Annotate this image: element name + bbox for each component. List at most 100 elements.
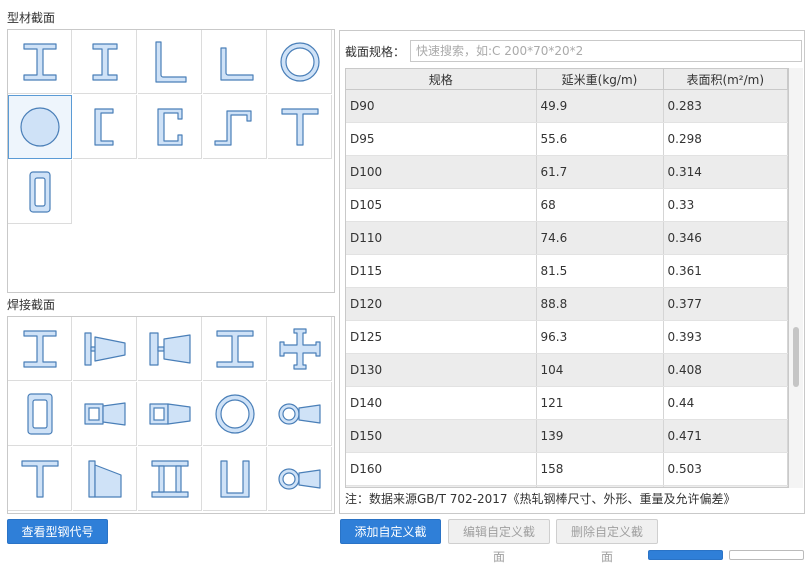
cell-weight: 121 [536,386,664,420]
cell-spec: D130 [346,353,537,387]
shape-cell[interactable] [138,30,202,94]
welded-box-tapered-2-icon [148,402,191,425]
shape-cell[interactable] [73,30,137,94]
shape-cell[interactable] [138,317,202,381]
cell-weight: 104 [536,353,664,387]
shape-cell[interactable] [138,382,202,446]
cell-area: 0.283 [663,89,788,123]
shape-cell[interactable] [73,382,137,446]
shape-cell[interactable] [268,382,332,446]
table-row[interactable]: D160 158 0.503 [346,452,788,486]
table-row[interactable]: D115 81.5 0.361 [346,254,788,288]
welded-u-icon [219,459,250,498]
cell-weight: 139 [536,419,664,453]
shape-cell[interactable] [268,95,332,159]
shape-cell[interactable] [268,447,332,511]
table-row[interactable]: D150 139 0.471 [346,419,788,453]
shape-cell[interactable] [8,30,72,94]
cell-weight: 81.5 [536,254,664,288]
cell-spec: D170 [346,485,537,487]
shape-cell[interactable] [203,95,267,159]
cell-spec: D140 [346,386,537,420]
table-row[interactable]: D130 104 0.408 [346,353,788,387]
shape-cell[interactable] [8,160,72,224]
table-row[interactable]: D105 68 0.33 [346,188,788,222]
cell-spec: D110 [346,221,537,255]
table-row[interactable]: D1701780.534 [346,485,788,487]
table-row[interactable]: D140 121 0.44 [346,386,788,420]
cell-area: 0.503 [663,452,788,486]
shape-cell[interactable] [8,382,72,446]
cell-weight: 158 [536,452,664,486]
table-scrollbar[interactable] [789,68,803,488]
cell-weight: 55.6 [536,122,664,156]
shape-cell[interactable] [268,30,332,94]
shape-cell[interactable] [8,95,72,159]
cell-spec: D160 [346,452,537,486]
shape-cell[interactable] [8,317,72,381]
column-header-area[interactable]: 表面积(m²/m) [663,69,788,90]
welded-double-i-icon [150,459,189,498]
column-header-spec[interactable]: 规格 [346,69,537,90]
cell-spec: D120 [346,287,537,321]
search-input[interactable] [410,40,802,62]
ok-button[interactable] [648,550,723,560]
cell-area: 0.44 [663,386,788,420]
scrollbar-thumb[interactable] [793,327,799,387]
shape-cell[interactable] [203,447,267,511]
spec-table: 规格 延米重(kg/m) 表面积(m²/m) D90 49.9 0.283 D95 55… [345,68,789,488]
shape-cell[interactable] [73,95,137,159]
cell-weight: 49.9 [536,89,664,123]
angle-equal-icon [154,40,187,83]
profile-shape-grid [7,29,335,293]
add-custom-section-button[interactable]: 添加自定义截面 [340,519,441,564]
profile-section-title: 型材截面 [7,11,56,25]
table-row[interactable]: D100 61.7 0.314 [346,155,788,189]
edit-custom-section-button[interactable]: 编辑自定义截面 [448,519,550,564]
cell-weight: 88.8 [536,287,664,321]
shape-cell[interactable] [138,95,202,159]
cell-spec: D105 [346,188,537,222]
welded-circular-tube-icon [214,393,255,434]
shape-cell[interactable] [203,317,267,381]
welded-i-icon [22,329,57,368]
t-section-icon [280,107,319,146]
table-row[interactable]: D95 55.6 0.298 [346,122,788,156]
angle-unequal-icon [219,46,254,81]
table-row[interactable]: D110 74.6 0.346 [346,221,788,255]
cell-area: 0.377 [663,287,788,321]
shape-cell[interactable] [268,317,332,381]
welded-tapered-i-icon [83,331,126,366]
cell-spec: D100 [346,155,537,189]
table-header-row: 规格 延米重(kg/m) 表面积(m²/m) [346,69,788,90]
column-header-weight[interactable]: 延米重(kg/m) [536,69,664,90]
search-label: 截面规格： [345,45,406,59]
weld-shape-grid [7,316,335,514]
cell-spec: D125 [346,320,537,354]
cell-area: 0.314 [663,155,788,189]
cell-area: 0.346 [663,221,788,255]
table-row[interactable]: D120 88.8 0.377 [346,287,788,321]
shape-cell[interactable] [138,447,202,511]
cell-area: 0.471 [663,419,788,453]
welded-t-icon [20,459,59,498]
i-beam-icon [22,42,57,81]
shape-cell[interactable] [8,447,72,511]
channel-lipped-icon [156,107,183,146]
delete-custom-section-button[interactable]: 删除自定义截面 [556,519,658,564]
cell-area: 0.393 [663,320,788,354]
cell-spec: D150 [346,419,537,453]
table-row[interactable]: D125 96.3 0.393 [346,320,788,354]
shape-cell[interactable] [73,447,137,511]
welded-tube-tapered-2-icon [277,467,321,490]
i-beam-narrow-icon [91,42,118,81]
shape-cell[interactable] [203,30,267,94]
circular-tube-icon [279,41,320,82]
shape-cell[interactable] [73,317,137,381]
table-row[interactable]: D90 49.9 0.283 [346,89,788,123]
shape-cell[interactable] [203,382,267,446]
view-steel-codes-button[interactable]: 查看型钢代号表 [7,519,108,564]
round-bar-icon [19,106,60,147]
cancel-button[interactable] [729,550,804,560]
cell-weight: 68 [536,188,664,222]
